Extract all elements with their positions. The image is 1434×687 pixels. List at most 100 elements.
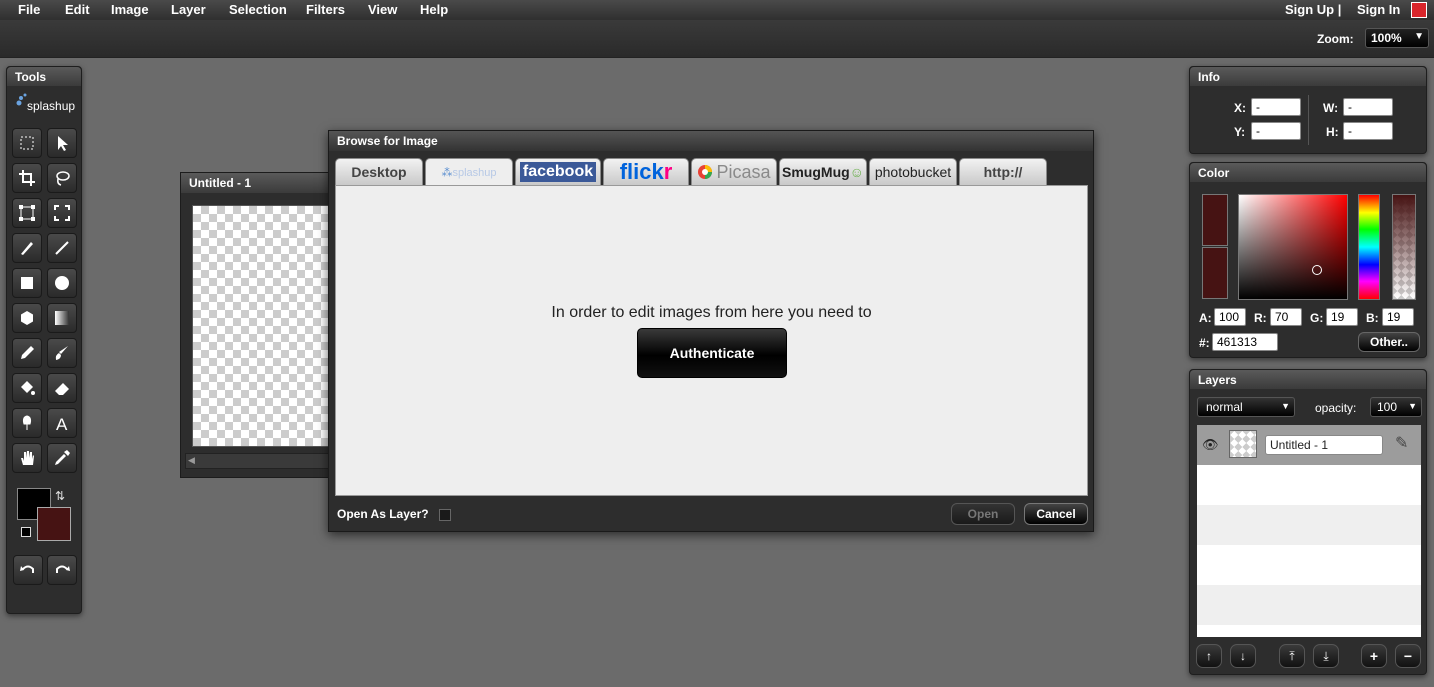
eyedropper-tool-button[interactable] bbox=[47, 443, 77, 473]
open-as-layer-label: Open As Layer? bbox=[337, 507, 429, 521]
tab-splashup[interactable]: ⁂splashup bbox=[425, 158, 513, 187]
pointer-tool-button[interactable] bbox=[47, 128, 77, 158]
layer-to-top-button[interactable]: ⤒ bbox=[1279, 644, 1305, 668]
splashup-tab-logo: ⁂splashup bbox=[441, 167, 497, 179]
smudge-tool-button[interactable] bbox=[12, 408, 42, 438]
tools-panel-title: Tools bbox=[7, 67, 81, 86]
tools-panel: Tools splashup A ⇅ bbox=[6, 66, 82, 614]
y-field: - bbox=[1251, 122, 1301, 140]
horizontal-scrollbar[interactable]: ◀ bbox=[185, 453, 331, 469]
sign-up-link[interactable]: Sign Up | bbox=[1285, 2, 1341, 17]
b-label: B: bbox=[1366, 311, 1379, 325]
alpha-slider[interactable] bbox=[1392, 194, 1416, 300]
empty-layer-row bbox=[1197, 585, 1421, 625]
arrow-top-icon: ⤒ bbox=[1289, 648, 1295, 663]
open-as-layer-checkbox[interactable] bbox=[439, 509, 451, 521]
move-layer-down-button[interactable]: ↓ bbox=[1230, 644, 1256, 668]
rectangle-tool-button[interactable] bbox=[12, 268, 42, 298]
reset-colors-icon[interactable] bbox=[21, 527, 31, 537]
menu-view[interactable]: View bbox=[368, 2, 397, 17]
bucket-tool-button[interactable] bbox=[12, 373, 42, 403]
y-label: Y: bbox=[1234, 125, 1246, 139]
zoom-select[interactable]: 100% ▼ bbox=[1365, 28, 1429, 48]
gradient-icon bbox=[55, 311, 69, 325]
move-layer-up-button[interactable]: ↑ bbox=[1196, 644, 1222, 668]
layer-name[interactable]: Untitled - 1 bbox=[1265, 435, 1383, 455]
tab-desktop-label: Desktop bbox=[351, 164, 407, 180]
polygon-tool-button[interactable] bbox=[12, 303, 42, 333]
undo-button[interactable] bbox=[13, 555, 43, 585]
sign-in-link[interactable]: Sign In bbox=[1357, 2, 1400, 17]
info-divider bbox=[1308, 95, 1309, 145]
pencil-tool-button[interactable] bbox=[12, 338, 42, 368]
h-label: H: bbox=[1326, 125, 1339, 139]
menu-selection[interactable]: Selection bbox=[229, 2, 287, 17]
saturation-picker[interactable] bbox=[1238, 194, 1348, 300]
picker-cursor[interactable] bbox=[1312, 265, 1322, 275]
hue-slider[interactable] bbox=[1358, 194, 1380, 300]
text-tool-button[interactable]: A bbox=[47, 408, 77, 438]
eye-icon[interactable]: 👁 bbox=[1202, 437, 1219, 453]
b-field[interactable]: 19 bbox=[1382, 308, 1414, 326]
transform-tool-button[interactable] bbox=[12, 198, 42, 228]
rect-select-tool-button[interactable] bbox=[12, 128, 42, 158]
layer-effects-icon[interactable]: ✎ bbox=[1395, 433, 1408, 453]
cancel-button[interactable]: Cancel bbox=[1024, 503, 1088, 525]
menu-help[interactable]: Help bbox=[420, 2, 448, 17]
add-layer-button[interactable]: + bbox=[1361, 644, 1387, 668]
menu-filters[interactable]: Filters bbox=[306, 2, 345, 17]
layer-to-bottom-button[interactable]: ⤓ bbox=[1313, 644, 1339, 668]
menu-edit[interactable]: Edit bbox=[65, 2, 90, 17]
authenticate-button[interactable]: Authenticate bbox=[637, 328, 787, 378]
r-field[interactable]: 70 bbox=[1270, 308, 1302, 326]
x-label: X: bbox=[1234, 101, 1246, 115]
ellipse-tool-button[interactable] bbox=[47, 268, 77, 298]
crop-tool-button[interactable] bbox=[12, 163, 42, 193]
scroll-left-icon[interactable]: ◀ bbox=[188, 455, 195, 466]
close-icon[interactable] bbox=[1411, 2, 1427, 18]
free-transform-tool-button[interactable] bbox=[47, 198, 77, 228]
a-field[interactable]: 100 bbox=[1214, 308, 1246, 326]
tab-facebook[interactable]: facebook bbox=[515, 158, 601, 186]
tab-picasa[interactable]: Picasa bbox=[691, 158, 777, 186]
menu-layer[interactable]: Layer bbox=[171, 2, 206, 17]
tab-smugmug[interactable]: SmugMug☺ bbox=[779, 158, 867, 186]
paint-brush-tool-button[interactable] bbox=[47, 338, 77, 368]
layer-row[interactable]: 👁 Untitled - 1 ✎ bbox=[1197, 425, 1421, 465]
delete-layer-button[interactable]: − bbox=[1395, 644, 1421, 668]
eraser-icon bbox=[55, 383, 69, 395]
line-tool-button[interactable] bbox=[47, 233, 77, 263]
canvas[interactable] bbox=[192, 205, 332, 447]
facebook-logo: facebook bbox=[519, 162, 597, 182]
menu-file[interactable]: File bbox=[18, 2, 40, 17]
layers-list: 👁 Untitled - 1 ✎ bbox=[1197, 425, 1421, 637]
swap-colors-icon[interactable]: ⇅ bbox=[55, 489, 65, 503]
previous-color-swatch bbox=[1202, 247, 1228, 299]
r-label: R: bbox=[1254, 311, 1267, 325]
free-transform-icon bbox=[54, 205, 70, 221]
tab-url-label: http:// bbox=[983, 164, 1023, 180]
other-color-button[interactable]: Other.. bbox=[1358, 332, 1420, 352]
transform-icon bbox=[19, 205, 35, 221]
hand-tool-button[interactable] bbox=[12, 443, 42, 473]
background-color-swatch[interactable] bbox=[37, 507, 71, 541]
brush-tool-button[interactable] bbox=[12, 233, 42, 263]
tab-desktop[interactable]: Desktop bbox=[335, 158, 423, 186]
eraser-tool-button[interactable] bbox=[47, 373, 77, 403]
g-field[interactable]: 19 bbox=[1326, 308, 1358, 326]
menu-image[interactable]: Image bbox=[111, 2, 149, 17]
hex-field[interactable]: 461313 bbox=[1212, 333, 1278, 351]
tab-flickr[interactable]: flickr bbox=[603, 158, 689, 186]
tab-url[interactable]: http:// bbox=[959, 158, 1047, 186]
lasso-tool-button[interactable] bbox=[47, 163, 77, 193]
document-window[interactable]: Untitled - 1 ◀ bbox=[180, 172, 332, 478]
redo-button[interactable] bbox=[47, 555, 77, 585]
open-button[interactable]: Open bbox=[951, 503, 1015, 525]
chevron-down-icon: ▼ bbox=[1408, 401, 1417, 411]
blend-mode-select[interactable]: normal ▼ bbox=[1197, 397, 1295, 417]
gradient-tool-button[interactable] bbox=[47, 303, 77, 333]
tab-photobucket[interactable]: photobucket bbox=[869, 158, 957, 186]
w-field: - bbox=[1343, 98, 1393, 116]
current-color-swatch bbox=[1202, 194, 1228, 246]
opacity-select[interactable]: 100 ▼ bbox=[1370, 397, 1422, 417]
